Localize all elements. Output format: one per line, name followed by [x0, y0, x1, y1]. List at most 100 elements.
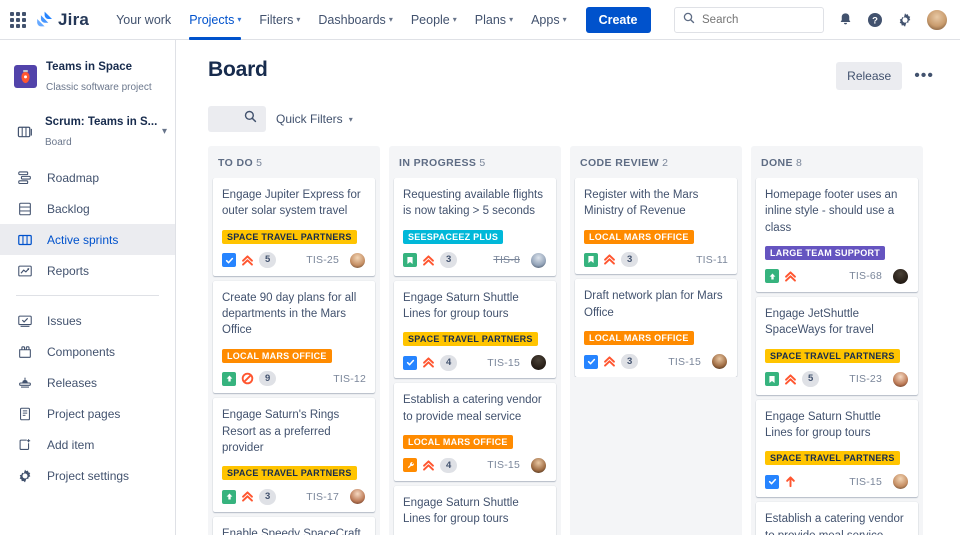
issue-title: Draft network plan for Mars Office	[584, 290, 723, 319]
sidebar-item-label: Project settings	[47, 468, 130, 483]
issue-key[interactable]: TIS-68	[849, 270, 882, 282]
column-count: 2	[662, 157, 669, 169]
task-type-icon	[584, 354, 598, 369]
assignee-avatar[interactable]	[349, 488, 366, 506]
global-search-box[interactable]	[674, 6, 824, 33]
assignee-avatar[interactable]	[892, 370, 909, 388]
issue-label[interactable]: LOCAL MARS OFFICE	[403, 434, 513, 449]
nav-item-people[interactable]: People ▾	[402, 0, 466, 40]
issue-card[interactable]: Create 90 day plans for all departments …	[213, 280, 375, 394]
issue-card[interactable]: Engage Jupiter Express for outer solar s…	[213, 178, 375, 276]
issue-key[interactable]: TIS-11	[696, 254, 728, 266]
issue-key[interactable]: TIS-15	[849, 476, 882, 488]
nav-item-apps[interactable]: Apps ▾	[522, 0, 576, 40]
task-type-icon	[403, 355, 417, 370]
column-count: 5	[256, 157, 263, 169]
sidebar-item-project-pages[interactable]: Project pages	[0, 398, 175, 429]
issue-card[interactable]: Register with the Mars Ministry of Reven…	[575, 178, 737, 275]
issue-label[interactable]: SEESPACEEZ PLUS	[403, 229, 504, 244]
release-button[interactable]: Release	[836, 62, 903, 90]
issue-key[interactable]: TIS-15	[487, 459, 520, 471]
nav-item-projects[interactable]: Projects ▾	[180, 0, 250, 40]
issue-key[interactable]: TIS-17	[306, 491, 339, 503]
issue-card[interactable]: Requesting available flights is now taki…	[394, 178, 556, 276]
board-selector[interactable]: Scrum: Teams in S... Board ▾	[0, 106, 175, 156]
sidebar-item-reports[interactable]: Reports	[0, 255, 175, 286]
sidebar-item-add-item[interactable]: Add item	[0, 429, 175, 460]
project-header[interactable]: Teams in Space Classic software project	[0, 50, 175, 106]
assignee-avatar[interactable]	[892, 473, 909, 491]
notifications-icon[interactable]	[836, 11, 854, 29]
assignee-avatar[interactable]	[530, 456, 547, 474]
issue-label[interactable]: SPACE TRAVEL PARTNERS	[765, 348, 900, 363]
issue-key[interactable]: TIS-8	[493, 254, 520, 266]
issue-label[interactable]: SPACE TRAVEL PARTNERS	[222, 466, 357, 481]
sidebar-item-components[interactable]: Components	[0, 336, 175, 367]
issue-label[interactable]: LOCAL MARS OFFICE	[584, 229, 694, 244]
issue-title: Establish a catering vendor to provide m…	[403, 394, 542, 423]
priority-highest-icon	[241, 490, 254, 503]
issue-card[interactable]: Homepage footer uses an inline style - s…	[756, 178, 918, 292]
sidebar-item-releases[interactable]: Releases	[0, 367, 175, 398]
story-points-badge: 5	[259, 252, 277, 269]
board-columns-icon	[16, 231, 34, 249]
issue-key[interactable]: TIS-23	[849, 373, 882, 385]
chevron-down-icon: ▾	[509, 15, 514, 24]
chevron-down-icon: ▾	[237, 15, 242, 24]
issue-card[interactable]: Engage Saturn Shuttle Lines for group to…	[756, 399, 918, 498]
assignee-avatar[interactable]	[892, 267, 909, 285]
nav-item-plans[interactable]: Plans ▾	[466, 0, 522, 40]
issue-title: Engage Saturn's Rings Resort as a prefer…	[222, 409, 340, 455]
issue-key[interactable]: TIS-25	[306, 254, 339, 266]
issue-label[interactable]: LOCAL MARS OFFICE	[222, 348, 332, 363]
search-input[interactable]	[702, 13, 815, 26]
priority-blocker-icon	[241, 372, 254, 385]
issue-card-footer: 3 TIS-8	[403, 251, 547, 269]
assignee-avatar[interactable]	[530, 354, 547, 372]
issue-key[interactable]: TIS-12	[333, 373, 366, 385]
create-button[interactable]: Create	[585, 6, 651, 33]
board-search-input[interactable]	[208, 106, 266, 132]
assignee-avatar[interactable]	[711, 353, 728, 371]
issue-card[interactable]: Establish a catering vendor to provide m…	[756, 502, 918, 535]
jira-logo-link[interactable]: Jira	[36, 10, 89, 30]
help-icon[interactable]: ?	[866, 11, 884, 29]
sidebar-item-roadmap[interactable]: Roadmap	[0, 162, 175, 193]
settings-gear-icon[interactable]	[896, 11, 914, 29]
issue-label[interactable]: LARGE TEAM SUPPORT	[765, 245, 886, 260]
issue-label[interactable]: SPACE TRAVEL PARTNERS	[222, 229, 357, 244]
issue-label[interactable]: SPACE TRAVEL PARTNERS	[403, 332, 538, 347]
issue-card[interactable]: Enable Speedy SpaceCraft as the preferre…	[213, 517, 375, 535]
sidebar-item-issues[interactable]: Issues	[0, 305, 175, 336]
more-options-icon[interactable]: •••	[908, 66, 940, 86]
user-avatar[interactable]	[926, 8, 948, 31]
issue-card[interactable]: Engage Saturn Shuttle Lines for group to…	[394, 280, 556, 379]
chevron-down-icon[interactable]: ▾	[162, 126, 167, 137]
nav-item-filters[interactable]: Filters ▾	[250, 0, 309, 40]
issue-key[interactable]: TIS-15	[487, 357, 520, 369]
quick-filters-dropdown[interactable]: Quick Filters ▾	[276, 112, 353, 126]
issue-label[interactable]: SPACE TRAVEL PARTNERS	[765, 451, 900, 466]
issue-card[interactable]: Engage JetShuttle SpaceWays for travel SP…	[756, 296, 918, 395]
assignee-avatar[interactable]	[349, 251, 366, 269]
project-avatar-icon	[14, 64, 37, 88]
issue-card[interactable]: Draft network plan for Mars Office LOCAL …	[575, 279, 737, 378]
nav-item-your-work[interactable]: Your work	[107, 0, 180, 40]
apps-grid-icon[interactable]	[10, 11, 26, 28]
issue-card[interactable]: Establish a catering vendor to provide m…	[394, 383, 556, 481]
issue-title: Create 90 day plans for all departments …	[222, 291, 357, 337]
sidebar-item-project-settings[interactable]: Project settings	[0, 460, 175, 491]
sidebar-item-backlog[interactable]: Backlog	[0, 193, 175, 224]
nav-item-dashboards[interactable]: Dashboards ▾	[309, 0, 401, 40]
svg-text:?: ?	[872, 15, 878, 26]
issue-key[interactable]: TIS-15	[668, 356, 701, 368]
board-columns-container: TO DO 5 Engage Jupiter Express for outer s…	[176, 146, 960, 535]
sidebar-item-active-sprints[interactable]: Active sprints	[0, 224, 175, 255]
chevron-down-icon: ▾	[452, 15, 457, 24]
issue-card[interactable]: Engage Saturn Shuttle Lines for group to…	[394, 485, 556, 535]
story-points-badge: 4	[440, 457, 458, 474]
assignee-avatar[interactable]	[530, 251, 547, 269]
issue-label[interactable]: LOCAL MARS OFFICE	[584, 331, 694, 346]
column-card-list: Engage Jupiter Express for outer solar s…	[208, 178, 380, 535]
issue-card[interactable]: Engage Saturn's Rings Resort as a prefer…	[213, 398, 375, 513]
